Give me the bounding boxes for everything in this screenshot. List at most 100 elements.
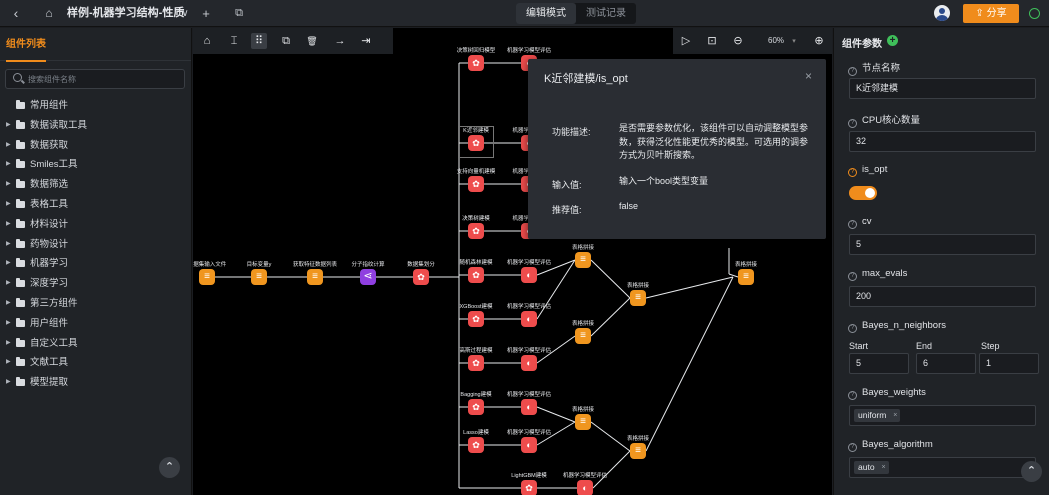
folder-icon [16,100,25,109]
is-opt-toggle[interactable] [849,186,877,200]
recommend-value: false [619,201,639,211]
sidebar-item[interactable]: ▶ 自定义工具 [0,334,190,354]
sidebar-item[interactable]: ▶ 模型提取 [0,373,190,393]
sidebar-item-label: 机器学习 [30,258,69,270]
sidebar-item[interactable]: ▶ Smiles工具 [0,155,190,175]
avatar[interactable] [934,5,950,21]
help-icon[interactable]: ? [848,391,857,400]
sidebar-item-label: 数据读取工具 [30,119,88,131]
sidebar-item[interactable]: ▶ 机器学习 [0,254,190,274]
sidebar-item[interactable]: ▶ 表格工具 [0,195,190,215]
params-title: 组件参数 [842,39,882,50]
workflow-node[interactable] [251,269,267,285]
tag-remove-icon[interactable]: × [893,409,897,422]
cv-input[interactable]: 5 [849,234,1036,255]
sidebar-item[interactable]: 常用组件 [0,96,190,116]
bayes-weights-select[interactable]: uniform × [849,405,1036,426]
step-input[interactable]: 1 [979,353,1039,374]
tab-edit-mode[interactable]: 编辑模式 [516,3,576,24]
caret-right-icon: ▶ [6,141,11,148]
workflow-node[interactable] [521,437,537,453]
workflow-node[interactable] [521,399,537,415]
sidebar-item[interactable]: ▶ 用户组件 [0,314,190,334]
workflow-node[interactable] [521,267,537,283]
sidebar-item[interactable]: ▶ 第三方组件 [0,294,190,314]
sidebar-item[interactable]: ▶ 材料设计 [0,215,190,235]
workflow-node[interactable] [413,269,429,285]
caret-right-icon: ▶ [6,280,11,287]
add-param-icon[interactable]: + [887,35,898,46]
home-icon[interactable]: ⌂ [42,0,56,27]
caret-right-icon: ▶ [6,121,11,128]
share-button[interactable]: ⇪ 分享 [963,4,1019,23]
workflow-node[interactable] [630,443,646,459]
workflow-node[interactable] [468,267,484,283]
input-key: 输入值: [552,180,582,190]
selected-node-frame [458,126,494,158]
back-icon[interactable]: ‹ [8,0,24,27]
folder-icon [16,377,25,387]
workflow-node[interactable] [521,480,537,495]
tag-remove-icon[interactable]: × [881,461,885,474]
search-icon [13,73,22,82]
workflow-node[interactable] [521,355,537,371]
workflow-node[interactable] [468,223,484,239]
workflow-node[interactable] [468,311,484,327]
workflow-node[interactable] [577,480,593,495]
workflow-node-label: 机器学习模型评估 [506,430,552,436]
help-icon[interactable]: ? [848,324,857,333]
sidebar-item[interactable]: ▶ 深度学习 [0,274,190,294]
workflow-node[interactable] [468,176,484,192]
workflow-node[interactable] [630,290,646,306]
workflow-node[interactable] [575,328,591,344]
bayes-algorithm-select[interactable]: auto × [849,457,1036,478]
help-icon[interactable]: ? [848,119,857,128]
workflow-node-label: 表格拼接 [626,436,650,442]
close-icon[interactable]: × [805,69,812,83]
copy-icon[interactable]: ⧉ [233,0,245,27]
chevron-down-icon[interactable]: ∨ [179,0,191,27]
start-input[interactable]: 5 [849,353,909,374]
sidebar-item[interactable]: ▶ 文献工具 [0,353,190,373]
workflow-node[interactable] [738,269,754,285]
workflow-node[interactable] [468,437,484,453]
workflow-node[interactable] [521,311,537,327]
sidebar-item[interactable]: ▶ 药物设计 [0,235,190,255]
max-evals-input[interactable]: 200 [849,286,1036,307]
workflow-node[interactable] [468,355,484,371]
workflow-node-label: XGBoost建模 [459,304,493,310]
sidebar-item-label: 材料设计 [30,218,69,230]
share-label: 分享 [986,8,1007,19]
folder-icon [16,337,25,347]
search-input[interactable] [28,72,178,86]
desc-key: 功能描述: [552,127,591,137]
workflow-node[interactable] [468,55,484,71]
workflow-node-label: 目标变量y [246,262,272,268]
caret-right-icon: ▶ [6,161,11,168]
workflow-node[interactable] [575,414,591,430]
node-name-input[interactable]: K近邻建模 [849,78,1036,99]
workflow-node[interactable] [199,269,215,285]
collapse-up-button[interactable]: ⌃ [159,457,180,478]
workflow-node-label: 决策树建模 [462,216,490,222]
sidebar-tab-components[interactable]: 组件列表 [0,28,191,62]
sidebar-item-label: 用户组件 [30,317,69,329]
sidebar-item[interactable]: ▶ 数据获取 [0,136,190,156]
help-icon[interactable]: ? [848,67,857,76]
end-input[interactable]: 6 [916,353,976,374]
cpu-input[interactable]: 32 [849,131,1036,152]
sidebar-item[interactable]: ▶ 数据筛选 [0,175,190,195]
workflow-node[interactable] [307,269,323,285]
workflow-node[interactable] [360,269,376,285]
add-tab-icon[interactable]: + [200,0,212,27]
workflow-node[interactable] [468,399,484,415]
help-icon[interactable]: ? [848,443,857,452]
collapse-up-button[interactable]: ⌃ [1021,461,1042,482]
tab-test-record[interactable]: 测试记录 [576,3,636,24]
help-icon[interactable]: ? [848,272,857,281]
help-icon[interactable]: ? [848,220,857,229]
help-icon[interactable]: ? [848,168,857,177]
sidebar-item[interactable]: ▶ 数据读取工具 [0,116,190,136]
workflow-node[interactable] [575,252,591,268]
workflow-node-label: 随机森林建模 [459,260,493,266]
